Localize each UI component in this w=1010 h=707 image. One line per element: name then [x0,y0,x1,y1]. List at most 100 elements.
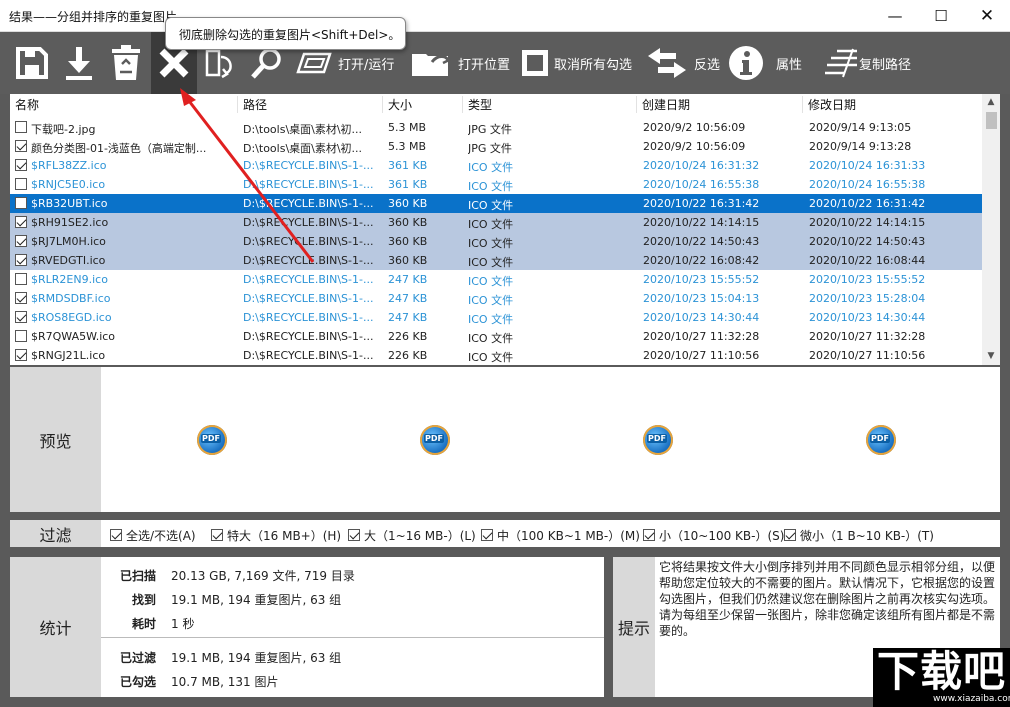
preview-thumbnail[interactable]: PDF [197,425,227,455]
filter-large[interactable]: 大（1~16 MB-）(L) [348,527,476,544]
scroll-down-icon[interactable]: ▼ [982,348,1000,365]
table-row[interactable]: $RNJC5E0.ico D:\$RECYCLE.BIN\S-1-... 361 K… [10,175,982,194]
row-checkbox[interactable] [15,254,27,266]
recycle-button[interactable] [108,32,144,94]
save-button[interactable] [14,32,50,94]
close-button[interactable]: ✕ [964,0,1010,32]
column-created[interactable]: 创建日期 [637,96,803,113]
preview-thumbnail[interactable]: PDF [643,425,673,455]
cell-name: $RLR2EN9.ico [31,273,108,286]
filter-all[interactable]: 全选/不选(A) [110,527,196,544]
cell-created: 2020/10/22 16:31:42 [643,197,760,210]
stats-divider [101,637,604,638]
cell-path: D:\$RECYCLE.BIN\S-1-... [243,159,374,172]
cell-created: 2020/10/27 11:32:28 [643,330,760,343]
vertical-scrollbar[interactable]: ▲ ▼ [982,94,1000,365]
minimize-button[interactable]: — [872,0,918,32]
filter-checkbox[interactable] [784,529,796,541]
filter-checkbox[interactable] [643,529,655,541]
column-modified[interactable]: 修改日期 [803,96,982,113]
row-checkbox[interactable] [15,197,27,209]
cell-created: 2020/10/24 16:55:38 [643,178,760,191]
row-checkbox[interactable] [15,159,27,171]
row-checkbox[interactable] [15,311,27,323]
cell-size: 361 KB [388,178,428,191]
row-checkbox[interactable] [15,140,27,152]
column-name[interactable]: 名称 [10,96,238,113]
filter-tiny[interactable]: 微小（1 B~10 KB-）(T) [784,527,934,544]
table-row[interactable]: $RH91SE2.ico D:\$RECYCLE.BIN\S-1-... 360 K… [10,213,982,232]
table-row[interactable]: $ROS8EGD.ico D:\$RECYCLE.BIN\S-1-... 247 K… [10,308,982,327]
filter-checkbox[interactable] [211,529,223,541]
cell-type: JPG 文件 [468,123,512,136]
row-checkbox[interactable] [15,178,27,190]
table-row[interactable]: $R7QWA5W.ico D:\$RECYCLE.BIN\S-1-... 226 K… [10,327,982,346]
cell-created: 2020/10/23 15:55:52 [643,273,760,286]
download-button[interactable] [62,32,96,94]
table-row[interactable]: $RVEDGTI.ico D:\$RECYCLE.BIN\S-1-... 360 K… [10,251,982,270]
filter-checkbox[interactable] [110,529,122,541]
cell-type: ICO 文件 [468,351,514,364]
row-checkbox[interactable] [15,292,27,304]
column-type[interactable]: 类型 [463,96,637,113]
row-checkbox[interactable] [15,330,27,342]
scroll-thumb[interactable] [986,112,997,129]
filter-huge[interactable]: 特大（16 MB+）(H) [211,527,341,544]
cell-path: D:\$RECYCLE.BIN\S-1-... [243,235,374,248]
info-icon [729,46,763,80]
title-bar: 结果——分组并排序的重复图片 — ☐ ✕ [0,0,1010,32]
table-row[interactable]: $RNGJ21L.ico D:\$RECYCLE.BIN\S-1-... 226 K… [10,346,982,365]
cell-modified: 2020/10/22 14:14:15 [809,216,926,229]
row-checkbox[interactable] [15,121,27,133]
cell-name: $RNJC5E0.ico [31,178,106,191]
table-row[interactable]: $RLR2EN9.ico D:\$RECYCLE.BIN\S-1-... 247 K… [10,270,982,289]
row-checkbox[interactable] [15,216,27,228]
preview-panel: 预览 PDF PDF PDF PDF [10,367,1000,512]
pdf-icon: PDF [870,434,890,443]
filter-medium[interactable]: 中（100 KB~1 MB-）(M) [481,527,640,544]
invert-selection-button[interactable]: 反选 [646,32,720,94]
filter-checkbox[interactable] [481,529,493,541]
table-row[interactable]: $RFL38ZZ.ico D:\$RECYCLE.BIN\S-1-... 361 K… [10,156,982,175]
open-run-icon [296,52,332,74]
cell-name: $RH91SE2.ico [31,216,109,229]
row-checkbox[interactable] [15,235,27,247]
stat-value: 10.7 MB, 131 图片 [171,675,279,689]
cell-type: ICO 文件 [468,332,514,345]
move-file-icon [205,49,232,79]
preview-thumbnail[interactable]: PDF [420,425,450,455]
scroll-up-icon[interactable]: ▲ [982,94,1000,111]
cell-size: 247 KB [388,273,428,286]
save-icon [16,47,48,79]
cell-path: D:\$RECYCLE.BIN\S-1-... [243,216,374,229]
table-row[interactable]: $RB32UBT.ico D:\$RECYCLE.BIN\S-1-... 360 K… [10,194,982,213]
properties-button[interactable]: 属性 [727,32,802,94]
cell-type: ICO 文件 [468,218,514,231]
filter-checkbox[interactable] [348,529,360,541]
cell-type: ICO 文件 [468,313,514,326]
filter-small[interactable]: 小（10~100 KB-）(S) [643,527,784,544]
table-row[interactable]: $RMDSDBF.ico D:\$RECYCLE.BIN\S-1-... 247 K… [10,289,982,308]
cell-size: 5.3 MB [388,121,427,134]
row-checkbox[interactable] [15,273,27,285]
preview-thumbnail[interactable]: PDF [866,425,896,455]
cell-modified: 2020/10/23 14:30:44 [809,311,926,324]
statistics-label: 统计 [10,557,101,697]
maximize-button[interactable]: ☐ [918,0,964,32]
row-checkbox[interactable] [15,349,27,361]
table-row[interactable]: 下载吧-2.jpg D:\tools\桌面\素材\初... 5.3 MB JPG 文件… [10,118,982,137]
cell-size: 360 KB [388,197,428,210]
column-path[interactable]: 路径 [238,96,383,113]
cell-created: 2020/9/2 10:56:09 [643,140,746,153]
table-row[interactable]: 颜色分类图-01-浅蓝色（高端定制... D:\tools\桌面\素材\初... 5… [10,137,982,156]
copy-path-button[interactable]: 复制路径 [823,32,911,94]
cell-path: D:\tools\桌面\素材\初... [243,142,363,155]
open-location-button[interactable]: 打开位置 [410,32,510,94]
table-row[interactable]: $RJ7LM0H.ico D:\$RECYCLE.BIN\S-1-... 360 K… [10,232,982,251]
cell-modified: 2020/9/14 9:13:28 [809,140,912,153]
cell-created: 2020/10/22 16:08:42 [643,254,760,267]
uncheck-all-button[interactable]: 取消所有勾选 [520,32,632,94]
column-size[interactable]: 大小 [383,96,463,113]
stat-value: 20.13 GB, 7,169 文件, 719 目录 [171,569,355,583]
stat-key: 已勾选 [119,675,156,689]
